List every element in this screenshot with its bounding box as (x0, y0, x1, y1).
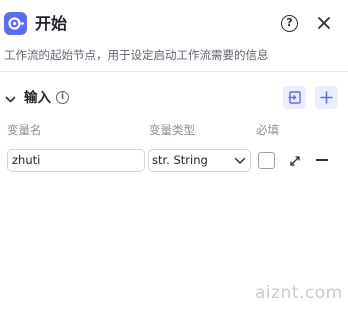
chevron-down-icon[interactable] (4, 91, 17, 104)
panel-header: 开始 ? (0, 0, 348, 46)
import-icon (288, 91, 301, 104)
panel-title: 开始 (35, 14, 68, 33)
watermark: aiznt.com (255, 283, 343, 303)
variable-name-input[interactable]: zhuti (7, 149, 145, 172)
question-icon[interactable]: ? (281, 15, 298, 32)
column-header-name: 变量名 (7, 123, 42, 137)
start-node-icon (4, 12, 27, 35)
expand-icon[interactable] (288, 153, 302, 167)
required-checkbox[interactable] (258, 152, 275, 169)
variable-type-value: str. String (152, 153, 208, 167)
chevron-down-icon (234, 157, 246, 164)
column-header-type: 变量类型 (149, 123, 195, 137)
add-variable-button[interactable] (315, 86, 338, 109)
section-title: 输入 (24, 90, 51, 106)
inputs-section-header: 输入 i (0, 85, 348, 111)
import-button[interactable] (283, 86, 306, 109)
column-header-required: 必填 (256, 123, 279, 137)
plus-icon (320, 91, 333, 104)
variable-type-select[interactable]: str. String (148, 149, 251, 172)
panel-description: 工作流的起始节点，用于设定启动工作流需要的信息 (4, 48, 269, 62)
divider (0, 71, 348, 72)
info-icon[interactable]: i (56, 91, 69, 104)
remove-variable-icon[interactable] (316, 159, 328, 161)
close-icon[interactable] (316, 15, 332, 31)
